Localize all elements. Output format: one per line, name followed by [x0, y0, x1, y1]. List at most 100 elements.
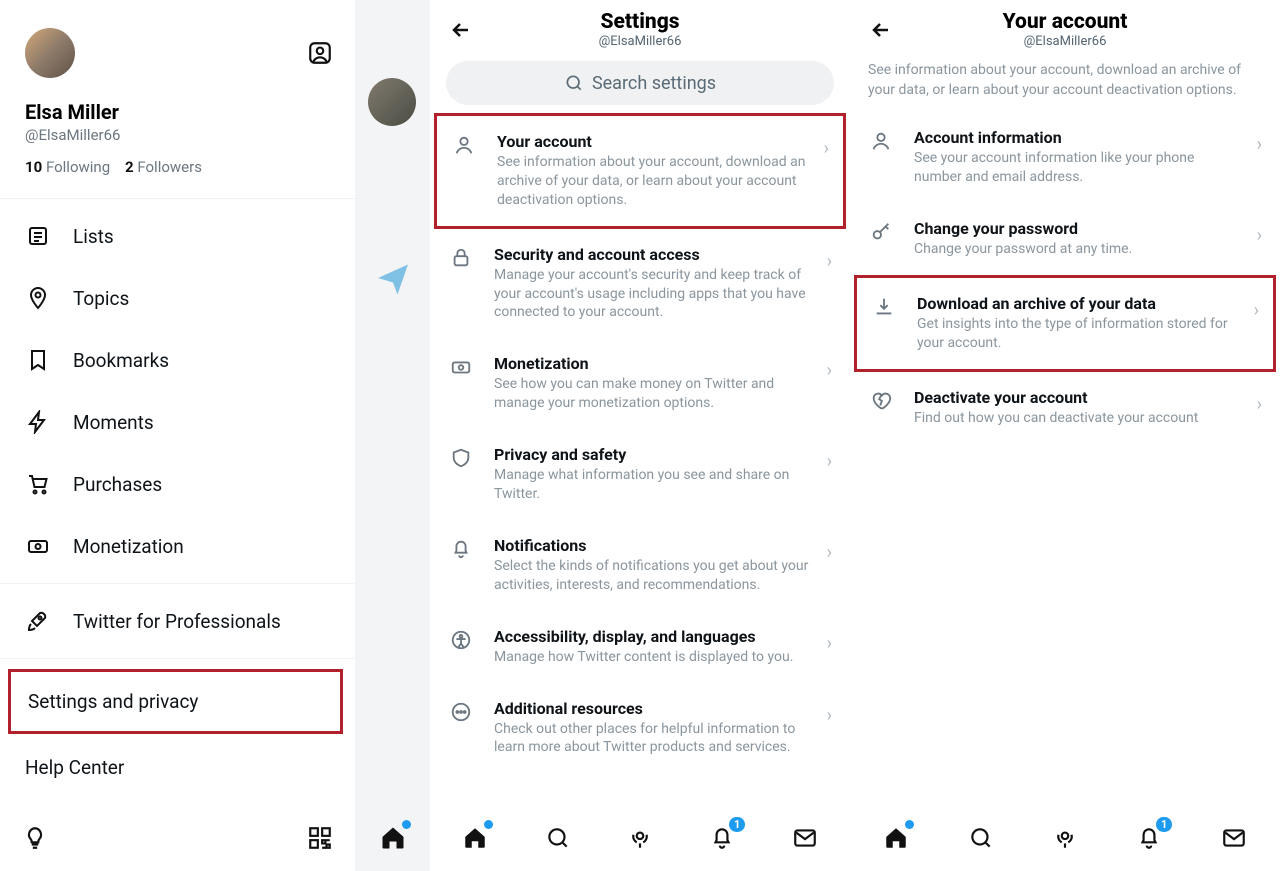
chevron-right-icon: › — [827, 245, 832, 272]
row-desc: Select the kinds of notifications you ge… — [494, 557, 811, 595]
row-desc: Check out other places for helpful infor… — [494, 720, 811, 758]
row-desc: Change your password at any time. — [914, 240, 1241, 259]
settings-row-security[interactable]: Security and account access Manage your … — [434, 229, 846, 339]
settings-row-additional[interactable]: Additional resources Check out other pla… — [434, 683, 846, 774]
home-icon[interactable] — [881, 823, 911, 853]
sidebar-item-label: Bookmarks — [73, 349, 169, 372]
chevron-right-icon: › — [1257, 388, 1262, 415]
row-desc: Find out how you can deactivate your acc… — [914, 409, 1241, 428]
profile-name[interactable]: Elsa Miller — [0, 90, 355, 124]
chevron-right-icon: › — [827, 627, 832, 654]
lists-icon — [25, 223, 51, 249]
row-title: Account information — [914, 128, 1241, 147]
back-button[interactable] — [864, 13, 898, 47]
search-icon — [564, 73, 584, 93]
row-title: Your account — [497, 132, 808, 151]
follow-stats[interactable]: 10 Following 2 Followers — [0, 144, 355, 192]
row-desc: Manage your account's security and keep … — [494, 266, 811, 323]
divider — [0, 198, 355, 199]
person-icon — [447, 132, 481, 156]
bottom-nav: 1 — [850, 813, 1280, 871]
sidebar-item-topics[interactable]: Topics — [0, 267, 355, 329]
notification-dot — [484, 820, 493, 829]
followers-count: 2 — [125, 158, 134, 176]
search-placeholder: Search settings — [592, 73, 716, 94]
search-icon[interactable] — [543, 823, 573, 853]
bell-icon — [444, 536, 478, 560]
search-input[interactable]: Search settings — [446, 61, 834, 105]
chevron-right-icon: › — [827, 445, 832, 472]
chevron-right-icon: › — [1254, 294, 1259, 321]
row-desc: Manage how Twitter content is displayed … — [494, 648, 811, 667]
mail-icon[interactable] — [1219, 823, 1249, 853]
spaces-icon[interactable] — [625, 823, 655, 853]
sidebar-item-label: Lists — [73, 225, 114, 248]
chevron-right-icon: › — [827, 699, 832, 726]
bell-icon[interactable]: 1 — [1134, 823, 1164, 853]
sidebar-item-purchases[interactable]: Purchases — [0, 453, 355, 515]
money-icon — [444, 354, 478, 378]
rocket-icon — [25, 608, 51, 634]
accounts-icon[interactable] — [307, 40, 333, 66]
followers-label: Followers — [137, 158, 202, 176]
sidebar-item-settings-privacy[interactable]: Settings and privacy — [8, 669, 343, 734]
row-title: Deactivate your account — [914, 388, 1241, 407]
notification-dot — [402, 820, 411, 829]
profile-handle[interactable]: @ElsaMiller66 — [0, 124, 355, 144]
row-desc: See your account information like your p… — [914, 149, 1241, 187]
page-subtitle: @ElsaMiller66 — [898, 34, 1232, 49]
download-icon — [867, 294, 901, 318]
settings-row-your-account[interactable]: Your account See information about your … — [434, 113, 846, 229]
settings-panel: Settings @ElsaMiller66 Search settings Y… — [430, 0, 850, 871]
chevron-right-icon: › — [1257, 219, 1262, 246]
row-title: Notifications — [494, 536, 811, 555]
sidebar-item-help-center[interactable]: Help Center — [0, 738, 355, 797]
account-row-deactivate[interactable]: Deactivate your account Find out how you… — [854, 372, 1276, 444]
chevron-right-icon: › — [824, 132, 829, 159]
sidebar-item-label: Twitter for Professionals — [73, 610, 281, 633]
sidebar-item-label: Settings and privacy — [28, 690, 198, 713]
accessibility-icon — [444, 627, 478, 651]
home-icon[interactable] — [460, 823, 490, 853]
mid-avatar[interactable] — [368, 78, 416, 126]
sidebar-item-professionals[interactable]: Twitter for Professionals — [0, 590, 355, 652]
spaces-icon[interactable] — [1050, 823, 1080, 853]
settings-row-monetization[interactable]: Monetization See how you can make money … — [434, 338, 846, 429]
chevron-right-icon: › — [827, 354, 832, 381]
chevron-right-icon: › — [827, 536, 832, 563]
row-desc: Get insights into the type of informatio… — [917, 315, 1238, 353]
avatar[interactable] — [25, 28, 75, 78]
bell-icon[interactable]: 1 — [707, 823, 737, 853]
sidebar-item-lists[interactable]: Lists — [0, 205, 355, 267]
mail-icon[interactable] — [790, 823, 820, 853]
page-subtitle: @ElsaMiller66 — [478, 34, 802, 49]
account-intro: See information about your account, down… — [850, 53, 1280, 112]
sidebar-item-monetization[interactable]: Monetization — [0, 515, 355, 577]
row-title: Monetization — [494, 354, 811, 373]
settings-row-notifications[interactable]: Notifications Select the kinds of notifi… — [434, 520, 846, 611]
back-button[interactable] — [444, 13, 478, 47]
sidebar-item-bookmarks[interactable]: Bookmarks — [0, 329, 355, 391]
sidebar-item-label: Help Center — [25, 756, 124, 779]
sidebar-item-moments[interactable]: Moments — [0, 391, 355, 453]
shield-icon — [444, 445, 478, 469]
bulb-icon[interactable] — [22, 825, 48, 851]
home-icon[interactable] — [378, 823, 408, 853]
account-row-download-archive[interactable]: Download an archive of your data Get ins… — [854, 275, 1276, 372]
notification-dot — [905, 820, 914, 829]
account-row-info[interactable]: Account information See your account inf… — [854, 112, 1276, 203]
account-row-password[interactable]: Change your password Change your passwor… — [854, 203, 1276, 275]
chevron-right-icon: › — [1257, 128, 1262, 155]
settings-row-privacy[interactable]: Privacy and safety Manage what informati… — [434, 429, 846, 520]
search-icon[interactable] — [966, 823, 996, 853]
bottom-nav: 1 — [430, 813, 850, 871]
row-title: Additional resources — [494, 699, 811, 718]
sidebar-item-label: Monetization — [73, 535, 184, 558]
row-desc: See how you can make money on Twitter an… — [494, 375, 811, 413]
row-title: Change your password — [914, 219, 1241, 238]
cart-icon — [25, 471, 51, 497]
more-icon — [444, 699, 478, 723]
qr-icon[interactable] — [307, 825, 333, 851]
bookmark-icon — [25, 347, 51, 373]
settings-row-accessibility[interactable]: Accessibility, display, and languages Ma… — [434, 611, 846, 683]
